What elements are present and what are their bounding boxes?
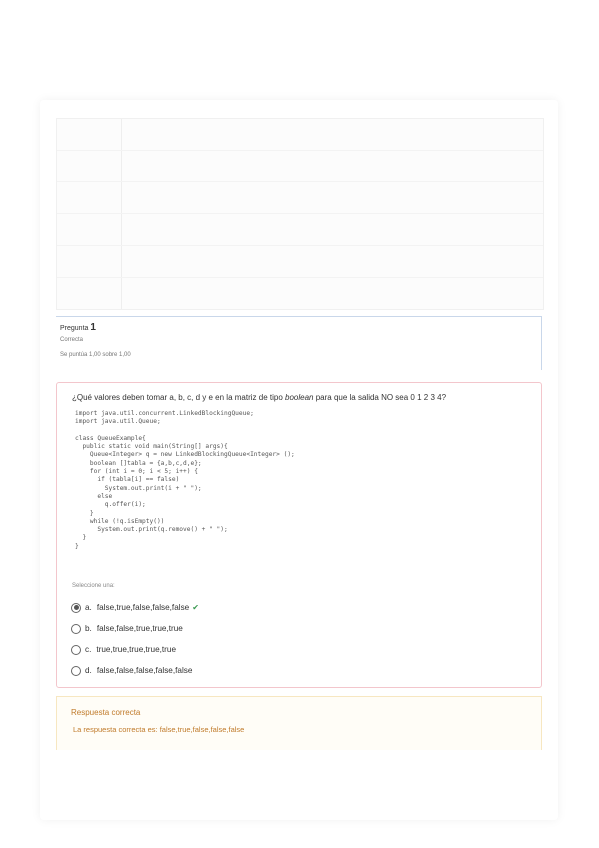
answer-options: a. false,true,false,false,false ✔ b. fal…	[71, 597, 199, 681]
question-state: Correcta	[60, 337, 84, 343]
radio-d[interactable]	[71, 665, 81, 676]
code-block: import java.util.concurrent.LinkedBlocki…	[75, 410, 295, 550]
option-a[interactable]: a. false,true,false,false,false ✔	[71, 597, 199, 618]
question-box: ¿Qué valores deben tomar a, b, c, d y e …	[56, 382, 542, 688]
radio-a[interactable]	[71, 602, 81, 613]
option-b[interactable]: b. false,false,true,true,true	[71, 618, 199, 639]
radio-b[interactable]	[71, 623, 81, 634]
feedback-title: Respuesta correcta	[71, 708, 141, 717]
check-icon: ✔	[192, 603, 199, 612]
question-score: Se puntúa 1,00 sobre 1,00	[60, 352, 131, 358]
radio-c[interactable]	[71, 644, 81, 655]
option-c[interactable]: c. true,true,true,true,true	[71, 639, 199, 660]
feedback-box: Respuesta correcta La respuesta correcta…	[56, 696, 542, 750]
feedback-text: La respuesta correcta es: false,true,fal…	[73, 725, 245, 734]
previous-content-table	[56, 118, 544, 310]
question-text: ¿Qué valores deben tomar a, b, c, d y e …	[72, 393, 447, 402]
question-label: Pregunta 1	[60, 322, 96, 333]
question-number: 1	[90, 322, 96, 333]
question-info: Pregunta 1 Correcta Se puntúa 1,00 sobre…	[56, 316, 542, 370]
select-label: Seleccione una:	[72, 583, 115, 589]
option-d[interactable]: d. false,false,false,false,false	[71, 660, 199, 681]
